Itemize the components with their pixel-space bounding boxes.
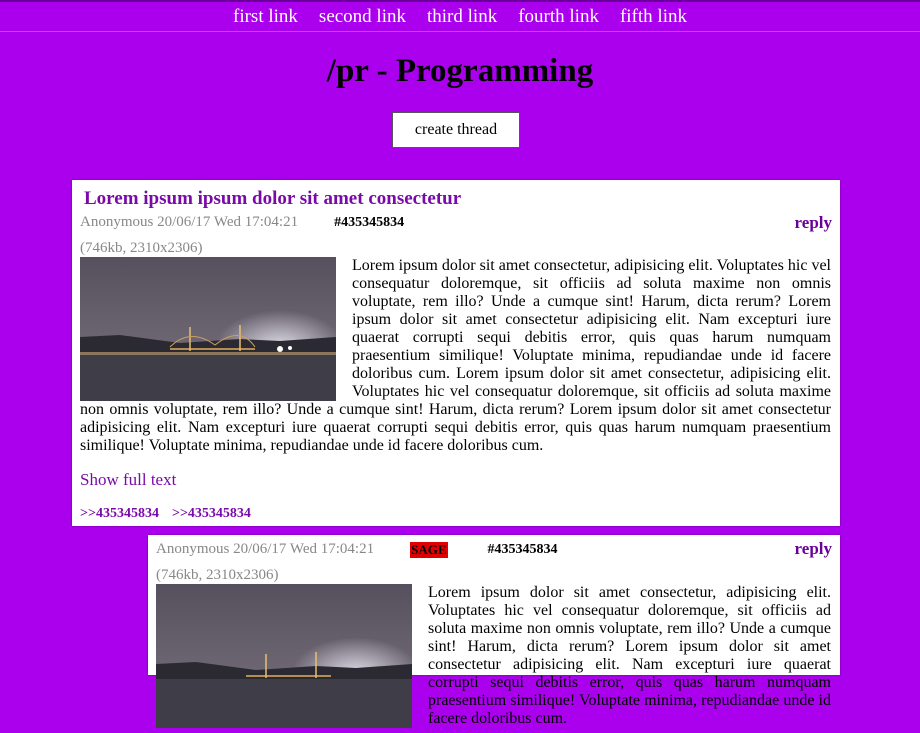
post-number[interactable]: #435345834: [488, 542, 558, 558]
post-body: Lorem ipsum dolor sit amet consectetur, …: [80, 257, 831, 455]
file-info: (746kb, 2310x2306): [156, 567, 279, 583]
nav-link-1[interactable]: first link: [233, 6, 298, 28]
op-post: Lorem ipsum ipsum dolor sit amet consect…: [72, 180, 840, 526]
post-image[interactable]: [80, 257, 336, 401]
sage-badge: SAGE: [410, 541, 448, 558]
post-number[interactable]: #435345834: [334, 215, 404, 231]
reply-link[interactable]: reply: [795, 213, 832, 233]
bridge-photo: [156, 584, 412, 728]
post-author-date: Anonymous 20/06/17 Wed 17:04:21: [80, 214, 299, 230]
backlinks: >>435345834 >>435345834: [80, 506, 251, 522]
post-body: Lorem ipsum dolor sit amet consectetur, …: [156, 584, 831, 728]
post-meta: Anonymous 20/06/17 Wed 17:04:21 #4353458…: [80, 214, 404, 231]
backlink[interactable]: >>435345834: [172, 506, 251, 522]
post-image[interactable]: [156, 584, 412, 728]
post-body-text: Lorem ipsum dolor sit amet consectetur, …: [428, 584, 831, 727]
thread-title[interactable]: Lorem ipsum ipsum dolor sit amet consect…: [84, 188, 461, 210]
backlink[interactable]: >>435345834: [80, 506, 159, 522]
reply-post: Anonymous 20/06/17 Wed 17:04:21 SAGE #43…: [148, 535, 840, 728]
post-meta: Anonymous 20/06/17 Wed 17:04:21 SAGE #43…: [156, 541, 558, 558]
reply-link[interactable]: reply: [795, 539, 832, 559]
create-thread-button[interactable]: create thread: [392, 112, 520, 148]
board-title: /pr - Programming: [326, 53, 594, 89]
nav-link-2[interactable]: second link: [319, 6, 406, 28]
post-author-date: Anonymous 20/06/17 Wed 17:04:21: [156, 541, 375, 557]
nav-link-5[interactable]: fifth link: [620, 6, 687, 28]
file-info: (746kb, 2310x2306): [80, 240, 203, 256]
nav-link-3[interactable]: third link: [427, 6, 497, 28]
top-navigation: first link second link third link fourth…: [0, 0, 920, 32]
show-full-text-link[interactable]: Show full text: [80, 470, 176, 490]
nav-link-4[interactable]: fourth link: [518, 6, 599, 28]
bridge-photo: [80, 257, 336, 401]
